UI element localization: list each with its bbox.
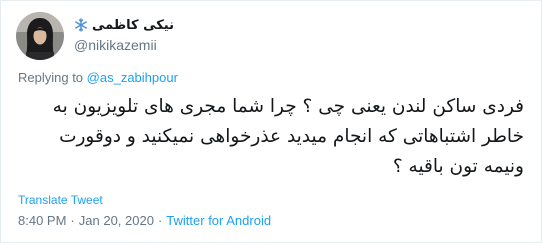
tweet-metadata: 8:40 PM · Jan 20, 2020 · Twitter for And… (18, 213, 271, 228)
replying-to-label: Replying to (18, 70, 84, 85)
tweet-text: فردی ساکن لندن یعنی چی ؟ چرا شما مجری ها… (52, 96, 524, 177)
tweet-time[interactable]: 8:40 PM (18, 213, 66, 228)
tweet-source-link[interactable]: Twitter for Android (166, 213, 271, 228)
meta-separator: · (70, 213, 75, 228)
tweet-card: نیکی کاظمی @nikikazemii Replying to @as_… (0, 0, 542, 243)
translate-tweet-link[interactable]: Translate Tweet (18, 193, 103, 207)
replying-to-mention-link[interactable]: @as_zabihpour (87, 70, 178, 85)
snowflake-icon (74, 18, 88, 32)
avatar-image (16, 12, 64, 60)
replying-to: Replying to @as_zabihpour (18, 70, 178, 85)
author-name-row[interactable]: نیکی کاظمی (74, 16, 174, 34)
author-handle[interactable]: @nikikazemii (74, 37, 157, 53)
avatar[interactable] (16, 12, 64, 60)
tweet-date[interactable]: Jan 20, 2020 (79, 213, 154, 228)
meta-separator: · (157, 213, 163, 228)
author-display-name[interactable]: نیکی کاظمی (92, 18, 174, 33)
